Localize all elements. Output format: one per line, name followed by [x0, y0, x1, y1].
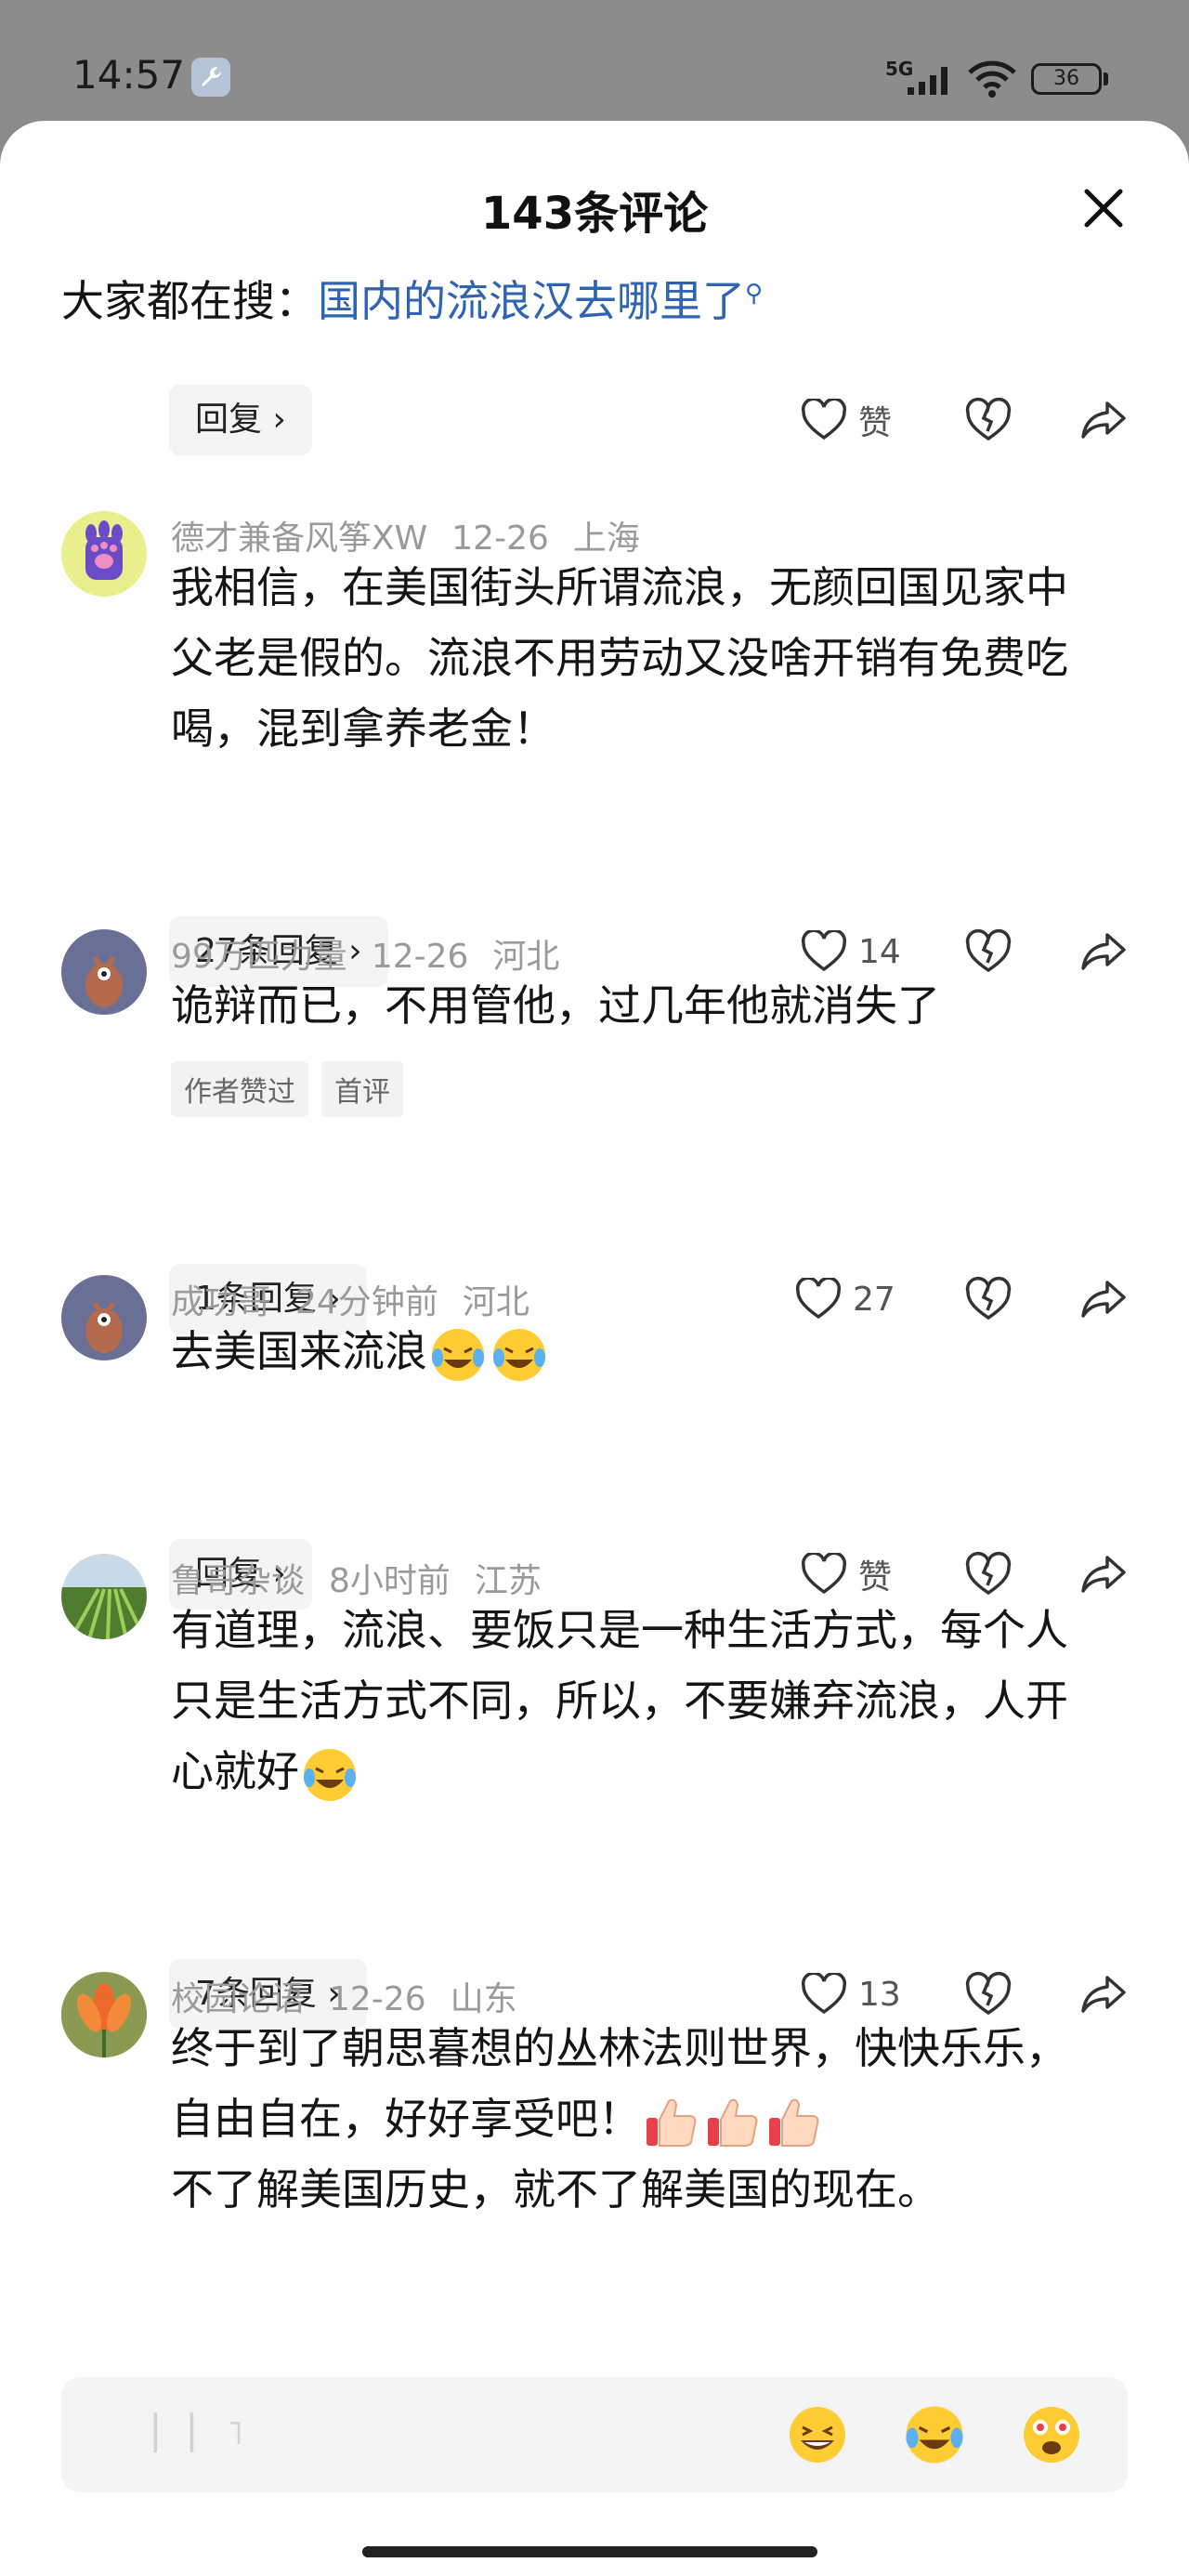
- trending-search-link[interactable]: 国内的流浪汉去哪里了: [318, 276, 745, 326]
- close-icon[interactable]: [1078, 182, 1130, 234]
- comment-text: 去美国来流浪: [171, 1326, 427, 1376]
- battery-indicator: 36: [1031, 63, 1102, 95]
- tag-first-comment: 首评: [321, 1061, 403, 1117]
- wrench-icon: [191, 58, 230, 97]
- owl-avatar-icon[interactable]: [61, 929, 147, 1015]
- flower-avatar-icon[interactable]: [61, 1972, 147, 2057]
- comment-tags: 作者赞过 首评: [171, 1061, 416, 1117]
- like-count: 13: [858, 1975, 901, 2014]
- laughing-crying-emoji-icon: [304, 1748, 356, 1801]
- like-count: 赞: [858, 404, 893, 442]
- like-count: 赞: [858, 1558, 893, 1597]
- thumbs-up-emoji-icon: [708, 2098, 758, 2147]
- like-count: 27: [853, 1280, 895, 1319]
- comment-input[interactable]: ▏ ▏ ˥: [154, 2414, 243, 2452]
- comment-text-block: 去美国来流浪: [171, 1316, 1100, 1387]
- tag-author-liked: 作者赞过: [171, 1061, 308, 1117]
- reply-button[interactable]: 回复 ›: [169, 385, 312, 455]
- trending-search-prefix: 大家都在搜：: [61, 276, 318, 326]
- broken-heart-icon[interactable]: [962, 394, 1014, 446]
- laughing-crying-emoji-icon: [432, 1328, 484, 1381]
- status-bar: 14:57 5G 36: [0, 0, 1189, 121]
- heart-icon: [801, 1553, 847, 1595]
- comment-input-bar[interactable]: ▏ ▏ ˥: [61, 2377, 1128, 2492]
- share-icon[interactable]: [1078, 1548, 1130, 1600]
- search-icon[interactable]: ⚲: [745, 280, 763, 308]
- grinning-emoji-icon[interactable]: [784, 2401, 851, 2468]
- heart-icon: [801, 1973, 847, 2015]
- home-indicator[interactable]: [362, 2546, 817, 2557]
- battery-tip: [1104, 72, 1108, 85]
- comment-text: 终于到了朝思暮想的丛林法则世界，快快乐乐，自由自在，好好享受吧！: [171, 2023, 1068, 2144]
- comment-text-block: 终于到了朝思暮想的丛林法则世界，快快乐乐，自由自在，好好享受吧！ 不了解美国历史，…: [171, 2013, 1100, 2225]
- heart-icon: [795, 1278, 842, 1320]
- trending-search: 大家都在搜：国内的流浪汉去哪里了⚲: [61, 268, 763, 329]
- laughing-crying-emoji-icon[interactable]: [901, 2401, 968, 2468]
- signal-icon: [908, 67, 947, 95]
- comment-text: 我相信，在美国街头所谓流浪，无颜回国见家中父老是假的。流浪不用劳动又没啥开销有免…: [171, 562, 1068, 754]
- star-eyes-emoji-icon[interactable]: [1018, 2401, 1085, 2468]
- thumbs-up-emoji-icon: [769, 2098, 819, 2147]
- comment-text: 诡辩而已，不用管他，过几年他就消失了: [171, 980, 940, 1031]
- comment-text-line-2: 不了解美国历史，就不了解美国的现在。: [171, 2164, 940, 2215]
- share-icon[interactable]: [1078, 394, 1130, 446]
- thumbs-up-emoji-icon: [647, 2098, 697, 2147]
- sheet-title: 143条评论: [480, 188, 709, 240]
- wifi-icon: [968, 60, 1016, 98]
- status-time: 14:57: [72, 52, 186, 98]
- field-avatar-icon[interactable]: [61, 1554, 147, 1639]
- laughing-crying-emoji-icon: [493, 1328, 545, 1381]
- heart-icon: [801, 930, 847, 972]
- broken-heart-icon[interactable]: [962, 1548, 1014, 1600]
- comments-sheet: 143条评论 大家都在搜：国内的流浪汉去哪里了⚲ 回复 › 赞 德才兼备风筝XW…: [0, 121, 1189, 2576]
- like-count: 14: [858, 932, 901, 971]
- like-button[interactable]: 赞: [801, 385, 892, 455]
- comment-text-block: 有道理，流浪、要饭只是一种生活方式，每个人只是生活方式不同，所以，不要嫌弃流浪，…: [171, 1595, 1100, 1807]
- heart-icon: [801, 399, 847, 440]
- paw-avatar-icon[interactable]: [61, 511, 147, 597]
- owl-avatar-icon[interactable]: [61, 1275, 147, 1360]
